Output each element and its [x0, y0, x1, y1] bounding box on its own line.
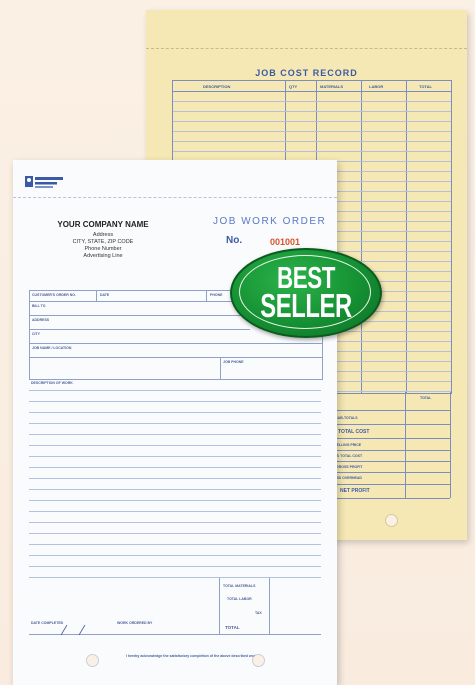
perforation-line [13, 197, 337, 198]
address-line: Address [92, 232, 114, 238]
field-label: ADDRESS [32, 318, 50, 322]
ruled-line [29, 434, 321, 435]
ruled-line [29, 489, 321, 490]
field-label: TOTAL LABOR [227, 597, 252, 601]
perforation-line [146, 48, 467, 49]
binder-hole [252, 654, 265, 667]
binder-hole [385, 514, 398, 527]
field-label: TOTAL MATERIALS [223, 584, 256, 588]
badge-line-2: SELLER [260, 287, 352, 324]
ruled-line [29, 412, 321, 413]
job-work-order-sheet: YOUR COMPANY NAME Address CITY, STATE, Z… [13, 160, 337, 685]
ruled-line [29, 533, 321, 534]
field-divider [269, 578, 270, 634]
field-label: TOTAL [225, 625, 240, 630]
column-header: MATERIALS [320, 84, 344, 89]
job-cost-record-title: JOB COST RECORD [255, 68, 358, 78]
summary-label: GROSS PROFIT [336, 465, 363, 469]
ruled-line [29, 522, 321, 523]
order-number: 001001 [270, 237, 301, 247]
summary-label: TOTAL COST [338, 429, 370, 435]
ruled-row [173, 131, 451, 132]
field-label: BILL TO [32, 304, 46, 308]
ruled-row [173, 141, 451, 142]
ruled-line [29, 555, 321, 556]
ruled-line [29, 544, 321, 545]
field-label: CITY [32, 332, 40, 336]
ruled-line [29, 577, 321, 578]
ruled-line [29, 456, 321, 457]
ruled-line [29, 566, 321, 567]
best-seller-badge: BEST SELLER [230, 248, 382, 338]
ruled-row [173, 151, 451, 152]
column-divider [361, 81, 362, 393]
ruled-line [29, 390, 321, 391]
date-slashes [60, 624, 86, 636]
number-label: No. [226, 235, 243, 246]
ruled-row [173, 111, 451, 112]
company-name: YOUR COMPANY NAME [57, 220, 149, 229]
ruled-row [173, 101, 451, 102]
field-rule [30, 329, 250, 330]
field-label: DATE [100, 293, 110, 297]
form-title: JOB WORK ORDER [213, 216, 327, 227]
field-rule [30, 315, 250, 316]
field-rule [30, 357, 322, 358]
column-divider [405, 392, 406, 498]
ruled-line [29, 511, 321, 512]
column-header: DESCRIPTION [203, 84, 231, 89]
table-header: DESCRIPTION QTY MATERIALS LABOR TOTAL [173, 81, 451, 92]
address-line: CITY, STATE, ZIP CODE [72, 239, 134, 245]
address-line: Advertising Line [83, 253, 123, 259]
ruled-row [173, 121, 451, 122]
field-label: JOB PHONE [223, 360, 244, 364]
field-divider [220, 357, 221, 379]
field-divider [219, 578, 220, 634]
ruled-line [29, 423, 321, 424]
printer-logo-icon [25, 176, 63, 188]
acknowledgement-text: I hereby acknowledge the satisfactory co… [125, 654, 259, 658]
column-header: QTY [289, 84, 298, 89]
column-header: LABOR [369, 84, 384, 89]
ruled-line [29, 500, 321, 501]
field-label: PHONE [210, 293, 223, 297]
field-label: JOB NAME / LOCATION [32, 346, 72, 350]
column-divider [450, 392, 451, 498]
summary-label: TOTAL [420, 396, 432, 400]
field-label: CUSTOMER'S ORDER NO. [32, 293, 76, 297]
summary-label: NET PROFIT [340, 488, 370, 494]
ruled-line [29, 445, 321, 446]
ruled-line [29, 478, 321, 479]
field-divider [96, 291, 97, 301]
field-rule [30, 343, 322, 344]
binder-hole [86, 654, 99, 667]
field-divider [206, 291, 207, 301]
column-header: TOTAL [419, 84, 432, 89]
field-label: DESCRIPTION OF WORK [31, 381, 73, 385]
field-label: WORK ORDERED BY [117, 621, 153, 625]
address-line: Phone Number [84, 246, 122, 252]
field-label: TAX [255, 611, 262, 615]
column-divider [406, 81, 407, 393]
ruled-line [29, 401, 321, 402]
ruled-line [29, 467, 321, 468]
